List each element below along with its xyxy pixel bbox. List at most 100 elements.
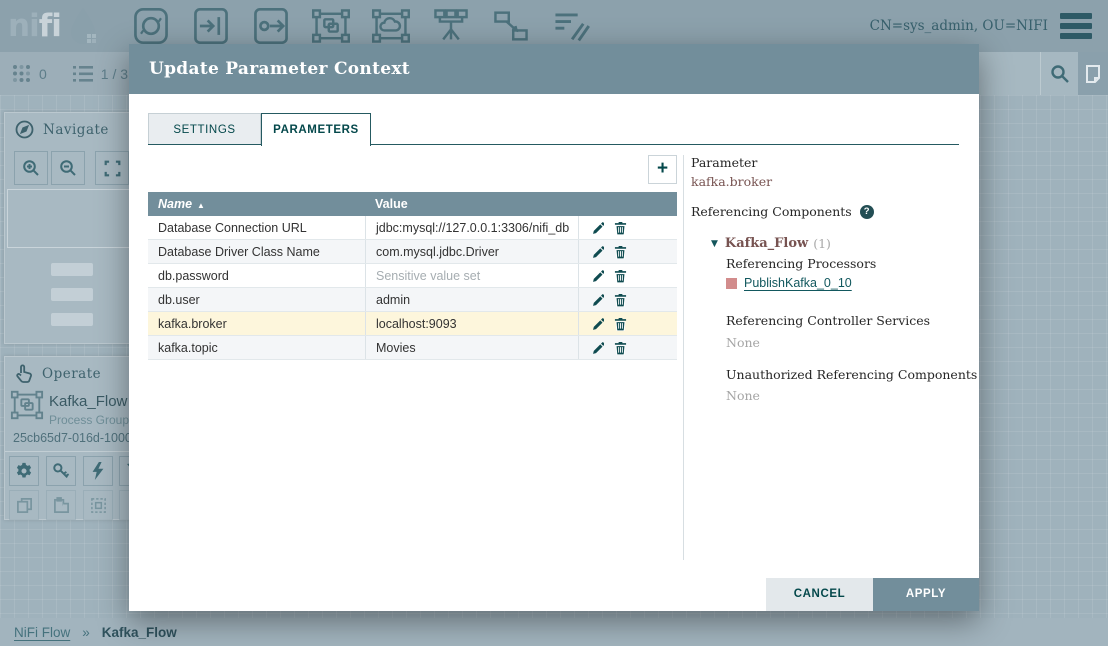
birdseye-component bbox=[51, 263, 93, 276]
delete-parameter-icon[interactable] bbox=[614, 341, 627, 355]
parameter-value-cell: Movies bbox=[365, 336, 578, 359]
access-policies-button[interactable] bbox=[46, 456, 76, 486]
logo-text: ni bbox=[8, 8, 39, 44]
parameter-name-cell: Database Driver Class Name bbox=[148, 245, 365, 259]
referencing-processor-link[interactable]: PublishKafka_0_10 bbox=[744, 276, 852, 290]
funnel-icon[interactable] bbox=[429, 4, 473, 48]
apply-button[interactable]: APPLY bbox=[873, 578, 979, 611]
edit-parameter-icon[interactable] bbox=[591, 317, 604, 330]
tab-parameters[interactable]: PARAMETERS bbox=[261, 113, 371, 146]
stat-value: 1 / 3 bbox=[101, 66, 128, 82]
help-icon[interactable]: ? bbox=[860, 205, 874, 219]
parameter-name: kafka.broker bbox=[691, 174, 772, 189]
collapse-icon[interactable]: ▼ bbox=[711, 239, 718, 249]
parameter-name-cell: Database Connection URL bbox=[148, 221, 365, 235]
edit-parameter-icon[interactable] bbox=[591, 293, 604, 306]
process-group-icon[interactable] bbox=[309, 4, 353, 48]
nifi-logo: nifi bbox=[8, 4, 103, 48]
delete-parameter-icon[interactable] bbox=[614, 317, 627, 331]
parameter-value-cell: Sensitive value set bbox=[365, 264, 578, 287]
referencing-processors-label: Referencing Processors bbox=[726, 256, 876, 271]
component-toolbar bbox=[129, 4, 609, 48]
sort-asc-icon: ▲ bbox=[197, 201, 205, 210]
parameter-value-cell: jdbc:mysql://127.0.0.1:3306/nifi_db bbox=[365, 216, 578, 239]
edit-parameter-icon[interactable] bbox=[591, 269, 604, 282]
operate-title: Operate bbox=[42, 366, 101, 382]
compass-icon bbox=[15, 120, 34, 139]
parameter-value-cell: admin bbox=[365, 288, 578, 311]
zoom-fit-button[interactable] bbox=[95, 151, 129, 185]
breadcrumb-root-link[interactable]: NiFi Flow bbox=[14, 625, 70, 640]
update-parameter-context-dialog: Update Parameter Context SETTINGS PARAME… bbox=[129, 44, 979, 611]
dialog-tabs: SETTINGS PARAMETERS bbox=[148, 113, 959, 146]
current-user: CN=sys_admin, OU=NIFI bbox=[870, 18, 1048, 34]
table-header: Name ▲ Value bbox=[148, 192, 677, 216]
referencing-components-label: Referencing Components bbox=[691, 204, 852, 219]
referencing-group-count: (1) bbox=[813, 236, 831, 251]
dialog-title: Update Parameter Context bbox=[149, 59, 410, 79]
process-group-badge-icon bbox=[10, 388, 44, 427]
stat-value: 0 bbox=[39, 66, 47, 82]
nifi-drop-icon bbox=[63, 4, 103, 48]
referencing-group-name: Kafka_Flow bbox=[725, 236, 808, 251]
processor-state-badge bbox=[726, 278, 737, 289]
unauthorized-components-label: Unauthorized Referencing Components bbox=[726, 367, 977, 382]
parameter-row[interactable]: kafka.topic Movies bbox=[148, 336, 677, 360]
birdseye-component bbox=[51, 313, 93, 326]
parameter-name-cell: db.password bbox=[148, 269, 365, 283]
parameter-name-cell: kafka.topic bbox=[148, 341, 365, 355]
configure-button[interactable] bbox=[9, 456, 39, 486]
parameter-row[interactable]: Database Connection URL jdbc:mysql://127… bbox=[148, 216, 677, 240]
template-icon[interactable] bbox=[489, 4, 533, 48]
bulletin-icon[interactable] bbox=[1078, 52, 1108, 95]
column-value[interactable]: Value bbox=[365, 197, 578, 211]
search-icon[interactable] bbox=[1040, 52, 1078, 95]
controller-services-value: None bbox=[726, 335, 760, 350]
parameter-table-body: Database Connection URL jdbc:mysql://127… bbox=[148, 216, 677, 360]
group-button[interactable] bbox=[83, 490, 113, 520]
dialog-header: Update Parameter Context bbox=[129, 44, 979, 94]
tab-settings[interactable]: SETTINGS bbox=[148, 113, 261, 145]
birdseye-component bbox=[51, 288, 93, 301]
search-input[interactable] bbox=[978, 52, 1040, 95]
zoom-out-button[interactable] bbox=[51, 151, 85, 185]
parameter-name-cell: db.user bbox=[148, 293, 365, 307]
label-icon[interactable] bbox=[549, 4, 593, 48]
grid-icon bbox=[12, 64, 31, 83]
output-port-icon[interactable] bbox=[249, 4, 293, 48]
navigate-title: Navigate bbox=[43, 122, 109, 138]
edit-parameter-icon[interactable] bbox=[591, 245, 604, 258]
parameter-label: Parameter bbox=[691, 155, 757, 170]
processor-icon[interactable] bbox=[129, 4, 173, 48]
breadcrumb: NiFi Flow » Kafka_Flow bbox=[0, 618, 1108, 646]
paste-button[interactable] bbox=[46, 490, 76, 520]
unauthorized-components-value: None bbox=[726, 388, 760, 403]
list-icon bbox=[73, 65, 93, 83]
delete-parameter-icon[interactable] bbox=[614, 221, 627, 235]
delete-parameter-icon[interactable] bbox=[614, 245, 627, 259]
selection-name: Kafka_Flow bbox=[49, 393, 127, 410]
add-parameter-button[interactable]: + bbox=[648, 155, 677, 184]
edit-parameter-icon[interactable] bbox=[591, 221, 604, 234]
delete-parameter-icon[interactable] bbox=[614, 293, 627, 307]
edit-parameter-icon[interactable] bbox=[591, 341, 604, 354]
hand-pointer-icon bbox=[15, 364, 33, 383]
column-name: Name bbox=[158, 197, 192, 211]
input-port-icon[interactable] bbox=[189, 4, 233, 48]
cancel-button[interactable]: CANCEL bbox=[766, 578, 873, 611]
start-button[interactable] bbox=[83, 456, 113, 486]
delete-parameter-icon[interactable] bbox=[614, 269, 627, 283]
zoom-in-button[interactable] bbox=[14, 151, 48, 185]
parameter-table: Name ▲ Value Database Connection URL jdbc… bbox=[148, 192, 677, 360]
breadcrumb-current: Kafka_Flow bbox=[102, 625, 177, 640]
parameter-row[interactable]: kafka.broker localhost:9093 bbox=[148, 312, 677, 336]
global-menu-button[interactable] bbox=[1060, 13, 1092, 39]
parameter-name-cell: kafka.broker bbox=[148, 317, 365, 331]
controller-services-label: Referencing Controller Services bbox=[726, 313, 930, 328]
copy-button[interactable] bbox=[9, 490, 39, 520]
remote-process-group-icon[interactable] bbox=[369, 4, 413, 48]
parameter-row[interactable]: Database Driver Class Name com.mysql.jdb… bbox=[148, 240, 677, 264]
selection-type: Process Group bbox=[49, 413, 129, 427]
parameter-row[interactable]: db.user admin bbox=[148, 288, 677, 312]
parameter-row[interactable]: db.password Sensitive value set bbox=[148, 264, 677, 288]
